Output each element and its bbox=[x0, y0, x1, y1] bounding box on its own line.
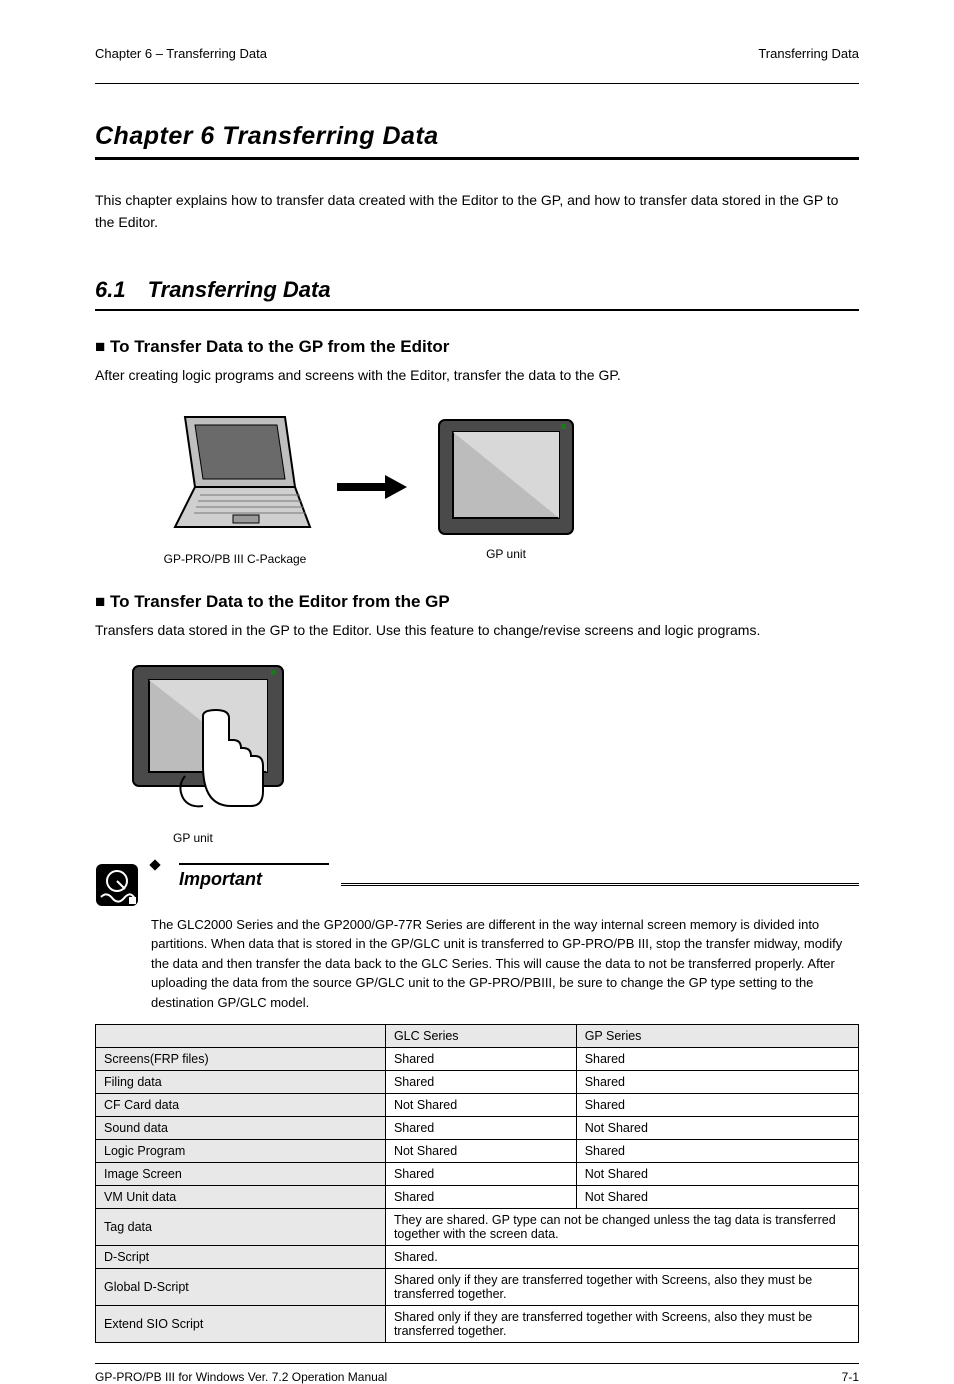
important-right-rule bbox=[341, 883, 859, 886]
subsection-1-text: After creating logic programs and screen… bbox=[95, 365, 859, 387]
chapter-title: Chapter 6 Transferring Data bbox=[95, 122, 859, 151]
section-rule bbox=[95, 309, 859, 311]
table-row: Screens(FRP files) Shared Shared bbox=[96, 1048, 859, 1071]
table-row: VM Unit data Shared Not Shared bbox=[96, 1186, 859, 1209]
diamond-bullet bbox=[149, 859, 160, 870]
subsection-2-heading: ■ To Transfer Data to the Editor from th… bbox=[95, 592, 859, 612]
gp-unit-figure: GP unit bbox=[431, 412, 581, 561]
table-row: Tag data They are shared. GP type can no… bbox=[96, 1209, 859, 1246]
table-row: Global D-Script Shared only if they are … bbox=[96, 1269, 859, 1306]
laptop-figure: GP-PRO/PB III C-Package bbox=[155, 407, 315, 566]
section-number: 6.1 bbox=[95, 277, 126, 303]
gp-unit-label-1: GP unit bbox=[431, 547, 581, 561]
table-header-blank bbox=[96, 1025, 386, 1048]
subsection-2-text: Transfers data stored in the GP to the E… bbox=[95, 620, 859, 642]
important-label: Important bbox=[179, 869, 262, 890]
table-row: Logic Program Not Shared Shared bbox=[96, 1140, 859, 1163]
subsection-1-heading: ■ To Transfer Data to the GP from the Ed… bbox=[95, 337, 859, 357]
gp-unit-label-2: GP unit bbox=[173, 831, 859, 845]
gp-unit-icon bbox=[431, 412, 581, 542]
chapter-title-rule bbox=[95, 157, 859, 160]
laptop-icon bbox=[155, 407, 315, 547]
footer-rule bbox=[95, 1363, 859, 1364]
table-row: Filing data Shared Shared bbox=[96, 1071, 859, 1094]
table-row: D-Script Shared. bbox=[96, 1246, 859, 1269]
section-title: Transferring Data bbox=[148, 277, 331, 303]
gp-touch-icon bbox=[123, 656, 293, 826]
table-header-glc: GLC Series bbox=[385, 1025, 576, 1048]
footer-left: GP-PRO/PB III for Windows Ver. 7.2 Opera… bbox=[95, 1370, 387, 1384]
header-left: Chapter 6 – Transferring Data bbox=[95, 46, 267, 61]
table-row: CF Card data Not Shared Shared bbox=[96, 1094, 859, 1117]
footer-page-number: 7-1 bbox=[842, 1370, 859, 1384]
important-icon bbox=[95, 863, 139, 907]
important-block: Important bbox=[95, 863, 859, 907]
figure-gp-touch: GP unit bbox=[123, 656, 859, 845]
table-row: Extend SIO Script Shared only if they ar… bbox=[96, 1306, 859, 1343]
important-top-rule bbox=[179, 863, 329, 865]
arrow-icon bbox=[337, 477, 409, 497]
important-text: The GLC2000 Series and the GP2000/GP-77R… bbox=[151, 915, 859, 1013]
header-rule bbox=[95, 83, 859, 84]
table-row: Sound data Shared Not Shared bbox=[96, 1117, 859, 1140]
figure-editor-to-gp: GP-PRO/PB III C-Package GP unit bbox=[155, 407, 859, 566]
table-row: Image Screen Shared Not Shared bbox=[96, 1163, 859, 1186]
laptop-label: GP-PRO/PB III C-Package bbox=[155, 552, 315, 566]
table-header-gp: GP Series bbox=[576, 1025, 858, 1048]
compatibility-table: GLC Series GP Series Screens(FRP files) … bbox=[95, 1024, 859, 1343]
intro-paragraph: This chapter explains how to transfer da… bbox=[95, 190, 859, 233]
header-right: Transferring Data bbox=[758, 46, 859, 61]
